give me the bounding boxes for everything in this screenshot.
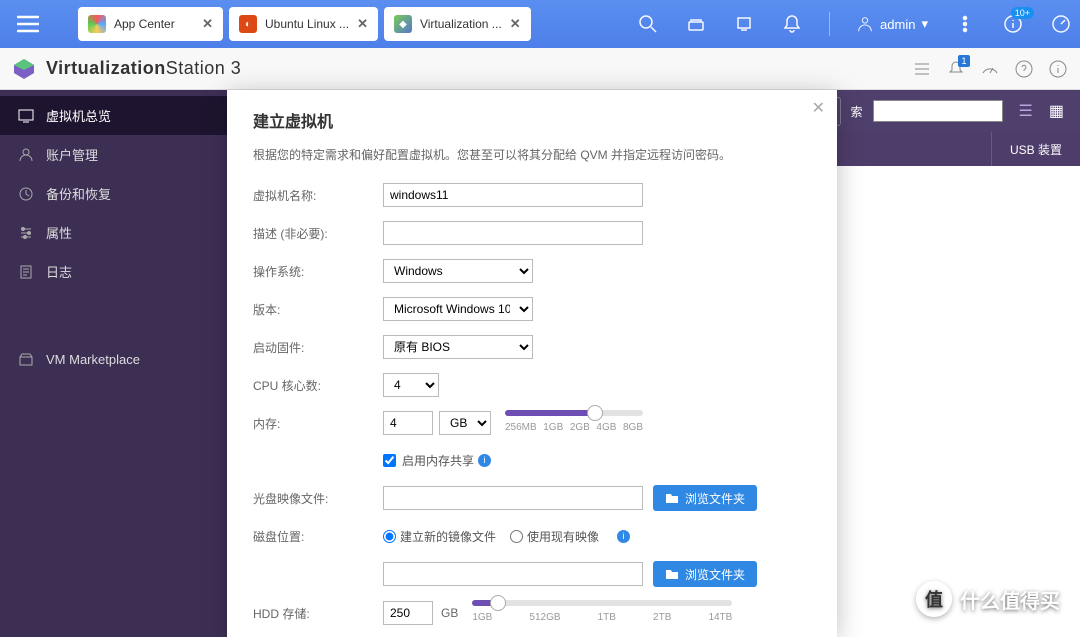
hdd-unit: GB (441, 606, 458, 620)
info-icon[interactable]: 10+ (1002, 13, 1024, 35)
modal-title: 建立虚拟机 (253, 108, 811, 132)
info-icon[interactable]: i (617, 530, 630, 543)
os-select[interactable]: Windows (383, 259, 533, 283)
sidebar-item-marketplace[interactable]: VM Marketplace (0, 341, 227, 377)
volume-icon[interactable] (685, 13, 707, 35)
create-vm-modal: ✕ 建立虚拟机 根据您的特定需求和偏好配置虚拟机。您甚至可以将其分配给 QVM … (227, 90, 837, 637)
app-title: VirtualizationStation 3 (46, 58, 241, 79)
vm-name-input[interactable] (383, 183, 643, 207)
alert-bell-icon[interactable]: 1 (946, 59, 966, 79)
label-os: 操作系统: (253, 263, 383, 280)
app-logo-icon (12, 57, 36, 81)
sidebar-item-label: 账户管理 (46, 145, 98, 164)
chevron-down-icon: ▾ (921, 16, 928, 32)
badge: 1 (958, 55, 970, 67)
search-input[interactable] (873, 100, 1003, 122)
sidebar-item-label: 日志 (46, 262, 72, 281)
app-header: VirtualizationStation 3 1 (0, 48, 1080, 90)
os-tab-ubuntu[interactable]: ◐ Ubuntu Linux ... ✕ (229, 7, 378, 41)
label-desc: 描述 (非必要): (253, 225, 383, 242)
browse-disk-button[interactable]: 浏览文件夹 (653, 561, 757, 587)
os-right-tools: admin ▾ 10+ (637, 12, 1072, 36)
tab-label: Virtualization ... (420, 17, 502, 31)
app-tools: 1 (912, 59, 1068, 79)
sidebar-item-backup[interactable]: 备份和恢复 (0, 174, 227, 213)
close-icon[interactable]: ✕ (510, 16, 521, 32)
sidebar-item-label: 虚拟机总览 (46, 106, 111, 125)
gauge-icon[interactable] (980, 59, 1000, 79)
close-icon[interactable]: ✕ (812, 98, 825, 118)
label-firmware: 启动固件: (253, 339, 383, 356)
watermark-icon: 值 (916, 581, 952, 617)
cpu-select[interactable]: 4 (383, 373, 439, 397)
search-icon[interactable] (637, 13, 659, 35)
browse-iso-button[interactable]: 浏览文件夹 (653, 485, 757, 511)
memory-input[interactable] (383, 411, 433, 435)
label-version: 版本: (253, 301, 383, 318)
description-input[interactable] (383, 221, 643, 245)
os-tab-app-center[interactable]: App Center ✕ (78, 7, 223, 41)
label-disk-location: 磁盘位置: (253, 528, 383, 545)
disk-path-input[interactable] (383, 562, 643, 586)
sidebar-item-label: VM Marketplace (46, 352, 140, 367)
badge: 10+ (1011, 7, 1034, 19)
label-hdd: HDD 存储: (253, 605, 383, 622)
disk-existing-radio[interactable]: 使用现有映像 (510, 528, 599, 545)
user-menu[interactable]: admin ▾ (856, 15, 928, 33)
column-usb[interactable]: USB 装置 (991, 132, 1080, 166)
sidebar-item-overview[interactable]: 虚拟机总览 (0, 96, 227, 135)
cube-icon: ◆ (394, 15, 412, 33)
info-icon[interactable] (1048, 59, 1068, 79)
dashboard-icon[interactable] (1050, 13, 1072, 35)
label-vm-name: 虚拟机名称: (253, 187, 383, 204)
list-view-icon[interactable]: ☰ (1019, 101, 1033, 121)
ubuntu-icon: ◐ (239, 15, 257, 33)
user-label: admin (880, 17, 915, 32)
separator (829, 12, 830, 36)
label-iso: 光盘映像文件: (253, 490, 383, 507)
memory-unit-select[interactable]: GB (439, 411, 491, 435)
label-memory: 内存: (253, 415, 383, 432)
label-cpu: CPU 核心数: (253, 377, 383, 394)
hdd-size-input[interactable] (383, 601, 433, 625)
firmware-select[interactable]: 原有 BIOS (383, 335, 533, 359)
more-icon[interactable] (954, 13, 976, 35)
version-select[interactable]: Microsoft Windows 10 (383, 297, 533, 321)
devices-icon[interactable] (733, 13, 755, 35)
sidebar-item-preferences[interactable]: 属性 (0, 213, 227, 252)
close-icon[interactable]: ✕ (357, 16, 368, 32)
tab-label: Ubuntu Linux ... (265, 17, 349, 31)
bell-icon[interactable] (781, 13, 803, 35)
sidebar-item-label: 备份和恢复 (46, 184, 111, 203)
grid-view-icon[interactable]: ▦ (1049, 101, 1064, 121)
os-top-bar: App Center ✕ ◐ Ubuntu Linux ... ✕ ◆ Virt… (0, 0, 1080, 48)
iso-path-input[interactable] (383, 486, 643, 510)
app-grid-icon (88, 15, 106, 33)
menu-icon[interactable] (8, 4, 48, 44)
modal-subtitle: 根据您的特定需求和偏好配置虚拟机。您甚至可以将其分配给 QVM 并指定远程访问密… (253, 146, 811, 163)
watermark-text: 什么值得买 (960, 585, 1060, 614)
memory-slider[interactable]: 256MB1GB2GB4GB8GB (505, 410, 811, 433)
search-label: 索 (851, 103, 863, 120)
info-icon[interactable]: i (478, 454, 491, 467)
sidebar-item-accounts[interactable]: 账户管理 (0, 135, 227, 174)
sidebar-item-logs[interactable]: 日志 (0, 252, 227, 291)
os-tab-virtualization[interactable]: ◆ Virtualization ... ✕ (384, 7, 531, 41)
hdd-slider[interactable]: 1GB512GB1TB2TB14TB (472, 600, 811, 623)
sidebar-item-label: 属性 (46, 223, 72, 242)
watermark: 值 什么值得买 (916, 581, 1060, 617)
close-icon[interactable]: ✕ (202, 16, 213, 32)
help-icon[interactable] (1014, 59, 1034, 79)
stack-icon[interactable] (912, 59, 932, 79)
os-tabs: App Center ✕ ◐ Ubuntu Linux ... ✕ ◆ Virt… (78, 7, 531, 41)
disk-new-radio[interactable]: 建立新的镜像文件 (383, 528, 496, 545)
sidebar: 虚拟机总览 账户管理 备份和恢复 属性 日志 VM Marketplace (0, 90, 227, 637)
mem-share-checkbox[interactable]: 启用内存共享 (383, 452, 474, 469)
tab-label: App Center (114, 17, 175, 31)
